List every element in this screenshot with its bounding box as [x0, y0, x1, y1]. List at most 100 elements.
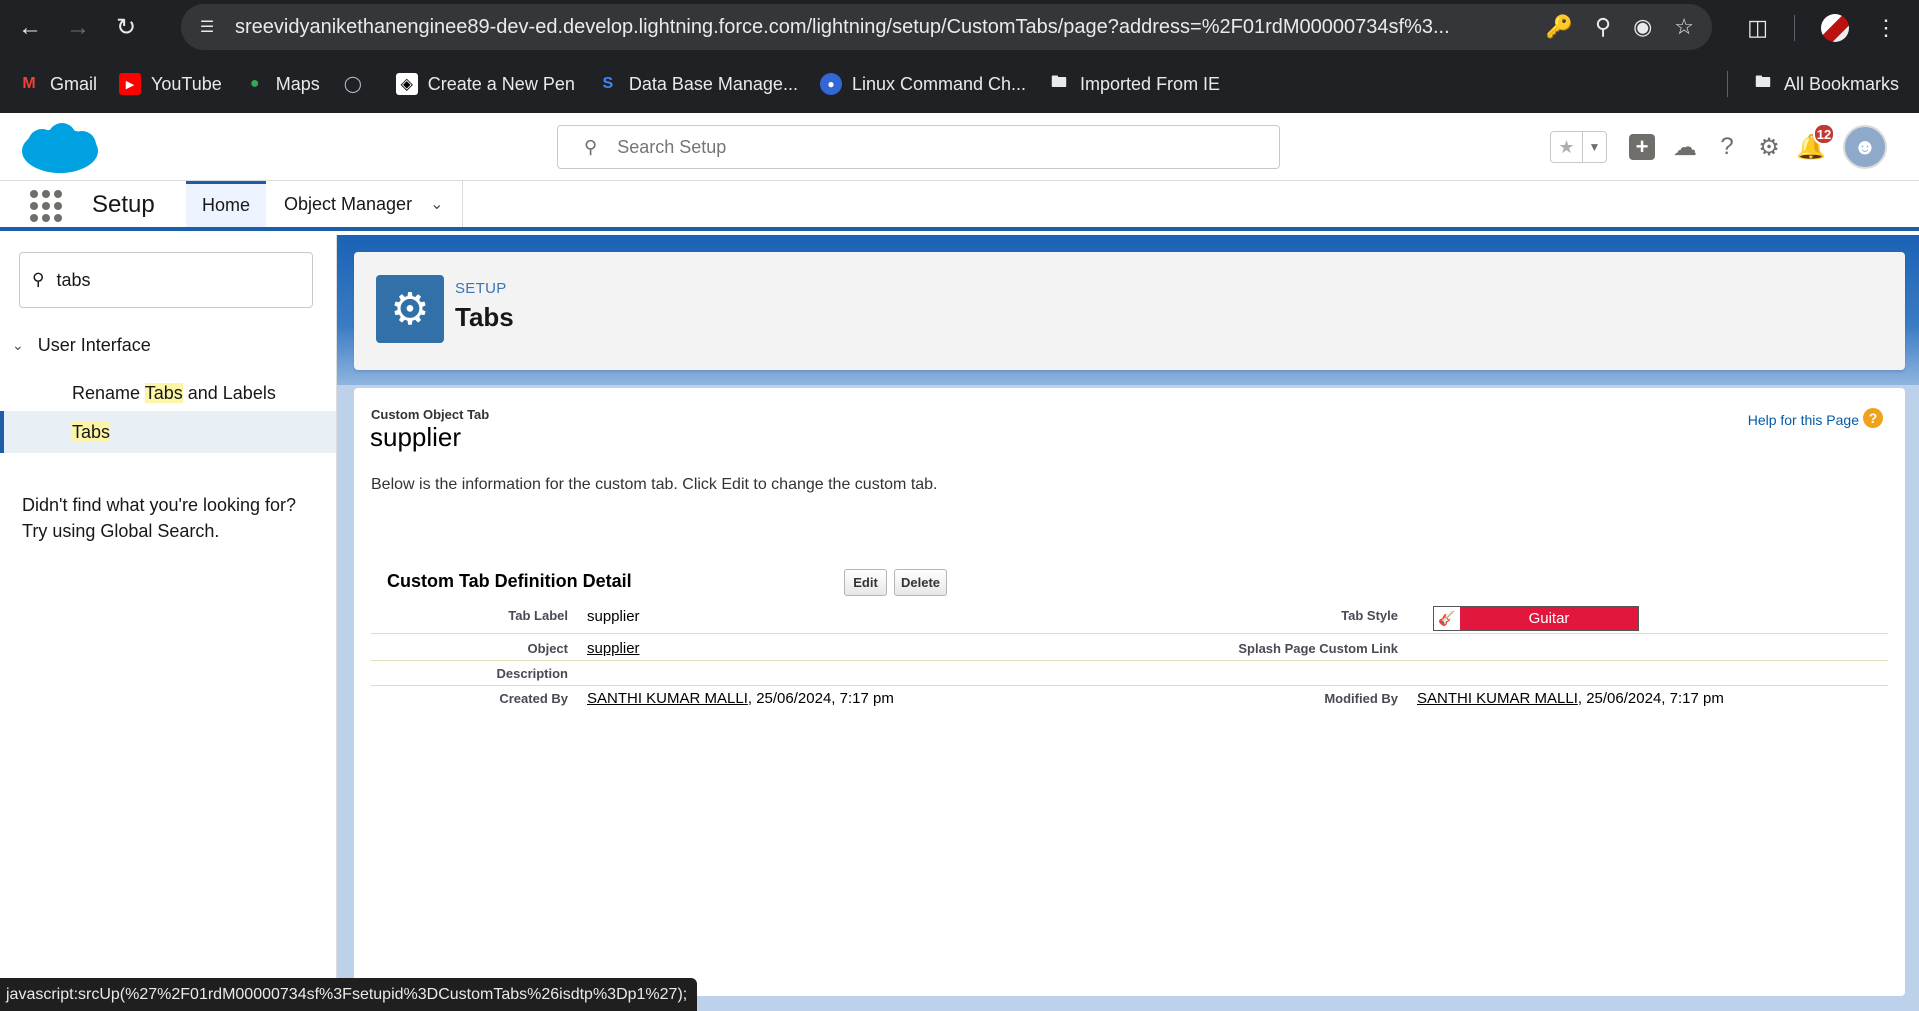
bookmark-label: Imported From IE: [1080, 73, 1221, 94]
favorites-star-icon[interactable]: ★: [1551, 132, 1583, 162]
object-link[interactable]: supplier: [587, 640, 640, 657]
bookmark-youtube[interactable]: ▶ YouTube: [119, 73, 222, 95]
field-label: Description: [496, 666, 568, 681]
help-question-icon[interactable]: ?: [1863, 408, 1883, 428]
user-avatar[interactable]: ☻: [1843, 125, 1887, 169]
salesforce-logo[interactable]: [20, 121, 100, 177]
detail-row: Created By SANTHI KUMAR MALLI, 25/06/202…: [371, 686, 1888, 716]
maps-icon: ●: [249, 75, 260, 92]
codepen-icon: ◈: [395, 73, 418, 95]
forward-icon[interactable]: →: [60, 10, 96, 46]
guitar-icon: 🎸: [1434, 607, 1460, 630]
not-found-message: Didn't find what you're looking for? Try…: [22, 492, 322, 544]
page-header: ⚙ SETUP Tabs: [354, 252, 1905, 370]
favorites-group[interactable]: ★ ▼: [1550, 131, 1607, 163]
field-label: Modified By: [1324, 691, 1398, 706]
setup-sidebar: ⚲ ⌄ User Interface Rename Tabs and Label…: [0, 235, 337, 1011]
global-actions-plus-icon[interactable]: +: [1629, 134, 1655, 160]
search-icon: ⚲: [32, 270, 45, 289]
tab-object-manager-label: Object Manager: [284, 193, 413, 214]
chevron-down-icon[interactable]: ⌄: [430, 194, 443, 214]
bookmark-database[interactable]: S Data Base Manage...: [597, 73, 798, 95]
detail-row: Tab Label supplier Tab Style 🎸 Guitar: [371, 606, 1888, 634]
field-label: Created By: [499, 691, 568, 706]
notification-badge: 12: [1813, 123, 1835, 145]
setup-gear-icon[interactable]: ⚙: [1753, 131, 1785, 163]
extensions-icon[interactable]: ◫: [1747, 15, 1768, 41]
help-question-icon[interactable]: ?: [1711, 131, 1743, 163]
favorites-dropdown-icon[interactable]: ▼: [1583, 132, 1606, 162]
sidebar-item-rename-tabs[interactable]: Rename Tabs and Labels: [0, 372, 336, 414]
zoom-icon[interactable]: ⚲: [1595, 14, 1611, 40]
field-label: Object: [527, 641, 568, 656]
sidebar-item-tabs[interactable]: Tabs: [0, 411, 336, 453]
created-by-date: , 25/06/2024, 7:17 pm: [747, 690, 894, 707]
tab-detail-panel: Custom Object Tab supplier Help for this…: [354, 388, 1905, 996]
bookmark-maps[interactable]: ● Maps: [244, 73, 320, 95]
youtube-icon: ▶: [119, 73, 142, 95]
page-description: Below is the information for the custom …: [371, 476, 938, 493]
kebab-menu-icon[interactable]: ⋮: [1875, 15, 1897, 41]
not-found-line2: Try using Global Search.: [22, 521, 220, 541]
url-text[interactable]: sreevidyanikethanenginee89-dev-ed.develo…: [235, 16, 1520, 39]
bookmark-label: Data Base Manage...: [628, 73, 798, 94]
tab-style-swatch: 🎸 Guitar: [1433, 606, 1639, 631]
toolbar-divider: [1794, 14, 1795, 41]
quick-find-input[interactable]: [56, 269, 297, 291]
back-icon[interactable]: ←: [12, 10, 48, 46]
bookmark-imported[interactable]: 🖿 Imported From IE: [1048, 73, 1220, 95]
delete-button[interactable]: Delete: [894, 569, 947, 596]
bookmark-label: Create a New Pen: [427, 73, 575, 94]
search-setup-box[interactable]: ⚲: [557, 125, 1280, 169]
bookmark-label: Gmail: [50, 73, 98, 94]
bookmark-star-icon[interactable]: ☆: [1674, 14, 1694, 40]
search-setup-input[interactable]: [617, 136, 1218, 158]
tab-home[interactable]: Home: [186, 181, 267, 227]
all-bookmarks-label: All Bookmarks: [1783, 73, 1899, 94]
chevron-down-icon[interactable]: ⌄: [12, 337, 24, 354]
nav-divider: [462, 181, 463, 227]
password-key-icon[interactable]: 🔑: [1546, 14, 1573, 40]
address-bar[interactable]: ☰ sreevidyanikethanenginee89-dev-ed.deve…: [181, 4, 1712, 50]
created-by-user-link[interactable]: SANTHI KUMAR MALLI: [587, 690, 748, 707]
bookmarks-bar: M Gmail ▶ YouTube ● Maps ◯ ◈ Create a New Pe…: [0, 55, 1919, 113]
quick-find-box[interactable]: ⚲: [19, 252, 313, 308]
bookmark-globe[interactable]: ◯: [342, 73, 374, 95]
record-name: supplier: [370, 422, 462, 452]
bookmark-linux[interactable]: ● Linux Command Ch...: [819, 73, 1026, 95]
blue-circle-icon: ●: [819, 73, 842, 95]
tab-object-manager[interactable]: Object Manager ⌄: [268, 181, 459, 227]
app-name: Setup: [92, 191, 155, 218]
sidebar-item-label: Tabs: [72, 421, 111, 442]
bookmark-gmail[interactable]: M Gmail: [18, 73, 97, 95]
bookmark-codepen[interactable]: ◈ Create a New Pen: [395, 73, 575, 95]
tab-label-value: supplier: [587, 608, 640, 625]
global-header: ⚲ ★ ▼ + ☁ ? ⚙ 🔔12 ☻: [0, 113, 1919, 181]
page-title: Tabs: [455, 302, 514, 332]
modified-by-user-link[interactable]: SANTHI KUMAR MALLI: [1417, 690, 1578, 707]
detail-section-title: Custom Tab Definition Detail: [387, 571, 632, 591]
tree-section-user-interface[interactable]: ⌄ User Interface: [12, 335, 151, 356]
site-settings-icon[interactable]: ☰: [193, 13, 221, 41]
setup-gear-icon: ⚙: [376, 275, 444, 343]
trailhead-icon[interactable]: ☁: [1669, 131, 1701, 163]
bookmarks-divider: [1726, 71, 1728, 97]
bookmark-label: YouTube: [151, 73, 222, 94]
notifications-bell-icon[interactable]: 🔔 12: [1795, 123, 1835, 163]
detail-row: Object supplier Splash Page Custom Link: [371, 634, 1888, 661]
bookmark-label: Maps: [275, 73, 320, 94]
created-by-value: SANTHI KUMAR MALLI, 25/06/2024, 7:17 pm: [587, 690, 894, 707]
browser-status-bar: javascript:srcUp(%27%2F01rdM00000734sf%3…: [0, 978, 698, 1011]
all-bookmarks[interactable]: 🖿 All Bookmarks: [1752, 73, 1899, 95]
reload-icon[interactable]: ↻: [108, 10, 144, 46]
help-link[interactable]: Help for this Page: [1748, 412, 1859, 428]
edit-button[interactable]: Edit: [844, 569, 887, 596]
page-eyebrow: SETUP: [455, 280, 507, 297]
search-icon: ⚲: [584, 136, 598, 157]
eye-icon[interactable]: ◉: [1633, 14, 1652, 40]
s-logo-icon: S: [602, 75, 614, 92]
folder-icon: 🖿: [1754, 73, 1771, 91]
field-label: Tab Style: [1341, 608, 1398, 623]
app-launcher-icon[interactable]: [30, 190, 62, 222]
profile-avatar[interactable]: [1821, 13, 1849, 42]
